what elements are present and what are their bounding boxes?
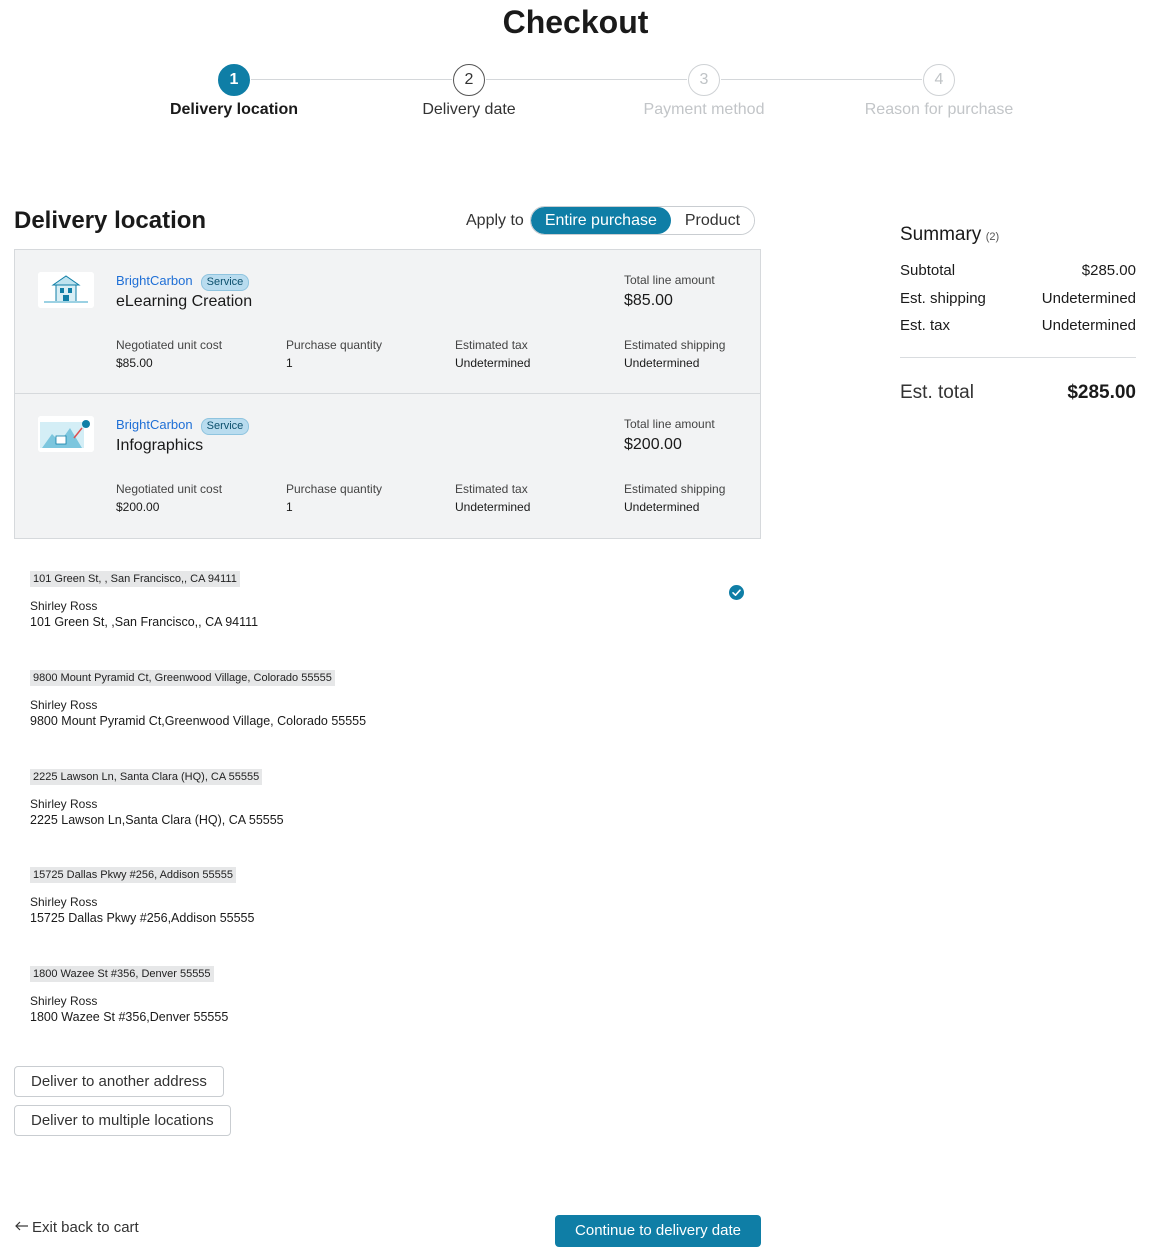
vendor-name[interactable]: BrightCarbon Service bbox=[116, 273, 250, 291]
unit-cost: Negotiated unit cost $200.00 bbox=[116, 482, 223, 514]
step-delivery-date[interactable]: 2 Delivery date bbox=[369, 64, 569, 119]
apply-to-toggle: Entire purchase Product bbox=[529, 206, 756, 235]
continue-button[interactable]: Continue to delivery date bbox=[555, 1215, 761, 1247]
step-number: 1 bbox=[218, 64, 250, 96]
step-label: Delivery date bbox=[422, 101, 516, 118]
elearning-illustration-icon bbox=[38, 272, 94, 308]
service-badge: Service bbox=[200, 274, 250, 291]
summary-title: Summary bbox=[900, 224, 982, 245]
summary-count: (2) bbox=[985, 231, 1000, 243]
address-tag: 1800 Wazee St #356, Denver 55555 bbox=[30, 966, 214, 982]
estimated-tax: Estimated tax Undetermined bbox=[455, 338, 531, 370]
summary-row-subtotal: Subtotal $285.00 bbox=[900, 262, 1136, 279]
service-badge: Service bbox=[200, 418, 250, 435]
purchase-quantity: Purchase quantity 1 bbox=[286, 482, 383, 514]
address-tag: 9800 Mount Pyramid Ct, Greenwood Village… bbox=[30, 670, 335, 686]
step-label: Payment method bbox=[643, 101, 765, 118]
summary-row-shipping: Est. shipping Undetermined bbox=[900, 289, 1136, 307]
deliver-another-address-button[interactable]: Deliver to another address bbox=[14, 1066, 224, 1097]
address-option[interactable]: 2225 Lawson Ln, Santa Clara (HQ), CA 555… bbox=[30, 767, 284, 828]
address-option[interactable]: 1800 Wazee St #356, Denver 55555 Shirley… bbox=[30, 964, 228, 1025]
step-payment-method: 3 Payment method bbox=[604, 64, 804, 119]
apply-to-label: Apply to bbox=[466, 211, 524, 229]
step-number: 4 bbox=[923, 64, 955, 96]
address-line: 9800 Mount Pyramid Ct,Greenwood Village,… bbox=[30, 714, 367, 728]
purchase-quantity: Purchase quantity 1 bbox=[286, 338, 383, 370]
address-option[interactable]: 9800 Mount Pyramid Ct, Greenwood Village… bbox=[30, 668, 366, 729]
product-card: BrightCarbon Service Infographics Total l… bbox=[15, 394, 760, 538]
estimated-shipping: Estimated shipping Undetermined bbox=[624, 338, 726, 370]
order-summary: Summary (2) Subtotal $285.00 Est. shippin… bbox=[900, 224, 1136, 404]
address-recipient: Shirley Ross bbox=[30, 895, 98, 909]
unit-cost: Negotiated unit cost $85.00 bbox=[116, 338, 223, 370]
address-line: 1800 Wazee St #356,Denver 55555 bbox=[30, 1010, 229, 1024]
address-recipient: Shirley Ross bbox=[30, 797, 98, 811]
summary-row-tax: Est. tax Undetermined bbox=[900, 317, 1136, 334]
product-name: Infographics bbox=[116, 437, 204, 454]
page-title: Checkout bbox=[502, 4, 649, 40]
total-line-amount: $200.00 bbox=[624, 436, 682, 453]
checkout-stepper: 1 Delivery location 2 Delivery date 3 Pa… bbox=[0, 64, 1151, 124]
address-option[interactable]: 15725 Dallas Pkwy #256, Addison 55555 Sh… bbox=[30, 865, 254, 926]
address-option[interactable]: 101 Green St, , San Francisco,, CA 94111… bbox=[30, 569, 258, 630]
product-card: BrightCarbon Service eLearning Creation T… bbox=[15, 250, 760, 394]
step-label: Reason for purchase bbox=[864, 101, 1014, 118]
address-line: 101 Green St, ,San Francisco,, CA 94111 bbox=[30, 615, 259, 629]
vendor-name[interactable]: BrightCarbon Service bbox=[116, 417, 250, 435]
address-line: 15725 Dallas Pkwy #256,Addison 55555 bbox=[30, 911, 255, 925]
total-line-amount: $85.00 bbox=[624, 292, 673, 309]
summary-total: Est. total $285.00 bbox=[900, 381, 1136, 403]
product-name: eLearning Creation bbox=[116, 293, 253, 310]
step-delivery-location[interactable]: 1 Delivery location bbox=[134, 64, 334, 119]
address-tag: 101 Green St, , San Francisco,, CA 94111 bbox=[30, 571, 240, 587]
infographic-illustration-icon bbox=[38, 416, 94, 452]
address-tag: 2225 Lawson Ln, Santa Clara (HQ), CA 555… bbox=[30, 769, 263, 785]
step-number: 3 bbox=[688, 64, 720, 96]
arrow-left-icon bbox=[14, 1219, 29, 1236]
address-line: 2225 Lawson Ln,Santa Clara (HQ), CA 5555… bbox=[30, 813, 284, 827]
deliver-multiple-locations-button[interactable]: Deliver to multiple locations bbox=[14, 1105, 231, 1136]
total-line-label: Total line amount bbox=[624, 417, 715, 431]
exit-label: Exit back to cart bbox=[32, 1219, 139, 1236]
exit-to-cart-link[interactable]: Exit back to cart bbox=[14, 1219, 139, 1236]
apply-entire-purchase-button[interactable]: Entire purchase bbox=[530, 207, 671, 234]
apply-product-button[interactable]: Product bbox=[670, 207, 755, 234]
address-recipient: Shirley Ross bbox=[30, 994, 98, 1008]
address-recipient: Shirley Ross bbox=[30, 698, 98, 712]
selected-check-icon bbox=[729, 585, 744, 600]
apply-to-control: Apply to Entire purchase Product bbox=[466, 206, 756, 235]
estimated-shipping: Estimated shipping Undetermined bbox=[624, 482, 726, 514]
step-label: Delivery location bbox=[169, 101, 299, 118]
step-number: 2 bbox=[453, 64, 485, 96]
section-title: Delivery location bbox=[14, 207, 207, 234]
address-recipient: Shirley Ross bbox=[30, 599, 98, 613]
product-list: BrightCarbon Service eLearning Creation T… bbox=[14, 249, 761, 539]
estimated-tax: Estimated tax Undetermined bbox=[455, 482, 531, 514]
total-line-label: Total line amount bbox=[624, 273, 715, 287]
summary-divider bbox=[900, 356, 1136, 358]
step-reason-for-purchase: 4 Reason for purchase bbox=[839, 64, 1039, 119]
address-tag: 15725 Dallas Pkwy #256, Addison 55555 bbox=[30, 867, 236, 883]
